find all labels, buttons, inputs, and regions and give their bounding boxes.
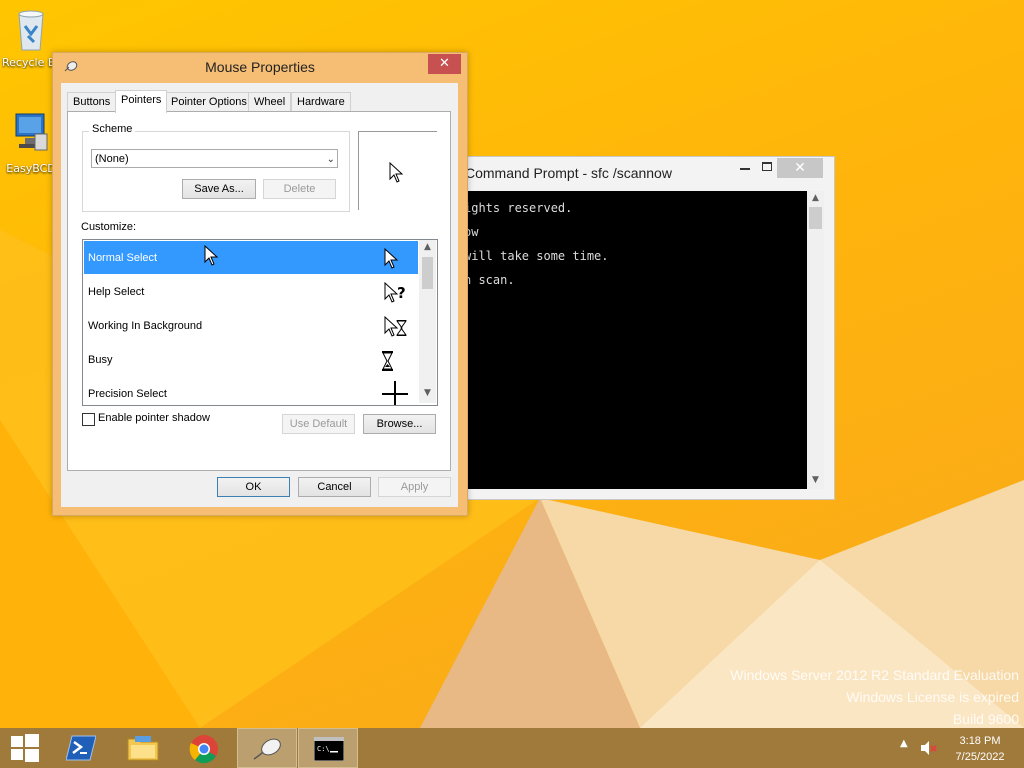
dialog-close-button[interactable]: ✕: [428, 54, 461, 74]
console-line: ights reserved.: [464, 201, 573, 215]
show-hidden-icons-icon[interactable]: ▲: [900, 738, 908, 749]
pointer-name: Help Select: [88, 286, 145, 298]
svg-text:C:\: C:\: [317, 745, 330, 753]
pointer-listbox[interactable]: Normal Select Help Select ? Working In B…: [82, 239, 438, 406]
help-cursor-icon: ?: [384, 282, 406, 303]
scheme-groupbox: Scheme (None) ⌄ Save As... Delete: [82, 123, 350, 212]
console-scrollbar[interactable]: ▲ ▼: [807, 191, 824, 489]
pointer-list-scrollbar[interactable]: ▲ ▼: [419, 240, 436, 403]
command-prompt-window[interactable]: Command Prompt - sfc /scannow ✕ ights re…: [430, 156, 835, 500]
command-prompt-icon: C:\: [314, 737, 344, 761]
pointer-name: Working In Background: [88, 320, 203, 332]
taskbar: C:\ ▲ 3:18 PM 7/25/2022: [0, 728, 1024, 768]
speaker-muted-icon[interactable]: [920, 740, 938, 756]
maximize-icon: [762, 162, 772, 171]
dialog-title: Mouse Properties: [205, 59, 315, 75]
scrollbar-thumb[interactable]: [422, 257, 433, 289]
scroll-down-icon[interactable]: ▼: [807, 475, 824, 485]
console-line: n scan.: [464, 273, 515, 287]
browse-button[interactable]: Browse...: [363, 414, 436, 434]
list-item[interactable]: Precision Select: [84, 377, 418, 405]
mouse-icon: [253, 738, 281, 760]
pointer-name: Normal Select: [88, 252, 158, 264]
list-item[interactable]: Working In Background: [84, 309, 418, 342]
tab-buttons[interactable]: Buttons: [67, 92, 117, 112]
windows-logo-icon: [11, 734, 39, 762]
dialog-client-area: Buttons Pointers Pointer Options Wheel H…: [61, 83, 458, 507]
pointer-shadow-label: Enable pointer shadow: [98, 412, 210, 424]
powershell-icon: [66, 735, 96, 761]
cancel-button[interactable]: Cancel: [298, 477, 371, 497]
scroll-up-icon[interactable]: ▲: [419, 242, 436, 252]
crosshair-cursor-icon: [382, 381, 408, 405]
command-prompt-title: Command Prompt - sfc /scannow: [465, 165, 672, 181]
mouse-properties-dialog[interactable]: Mouse Properties ✕ Buttons Pointers Poin…: [52, 52, 468, 516]
svg-text:?: ?: [397, 284, 406, 302]
taskbar-command-prompt[interactable]: C:\: [298, 728, 358, 768]
taskbar-chrome[interactable]: [175, 728, 235, 768]
scroll-up-icon[interactable]: ▲: [807, 193, 824, 203]
console-line: will take some time.: [464, 249, 609, 263]
pointer-name: Busy: [88, 354, 113, 366]
chrome-icon: [189, 735, 218, 764]
scheme-select[interactable]: (None) ⌄: [91, 149, 338, 168]
minimize-icon: [740, 168, 750, 170]
tab-pointers[interactable]: Pointers: [115, 90, 168, 113]
ok-button[interactable]: OK: [217, 477, 290, 497]
close-icon: ✕: [439, 56, 450, 71]
watermark-line: Build 9600: [952, 711, 1019, 727]
arrow-cursor-icon: [384, 248, 399, 269]
delete-button[interactable]: Delete: [263, 179, 336, 199]
mouse-pointer-icon: [204, 245, 219, 266]
list-item[interactable]: Busy: [84, 343, 418, 376]
watermark-line: Windows License is expired: [846, 689, 1019, 705]
system-clock[interactable]: 3:18 PM 7/25/2022: [950, 733, 1010, 765]
clock-time: 3:18 PM: [959, 735, 1001, 747]
hourglass-cursor-icon: [382, 351, 393, 371]
scheme-legend: Scheme: [89, 123, 136, 135]
apply-button[interactable]: Apply: [378, 477, 451, 497]
tab-pointer-options[interactable]: Pointer Options: [165, 92, 253, 112]
scroll-down-icon[interactable]: ▼: [419, 388, 436, 398]
use-default-button[interactable]: Use Default: [282, 414, 355, 434]
taskbar-mouse-properties[interactable]: [237, 728, 297, 768]
chevron-down-icon: ⌄: [326, 154, 335, 165]
tab-hardware[interactable]: Hardware: [291, 92, 351, 112]
close-button[interactable]: ✕: [777, 158, 823, 178]
clock-date: 7/25/2022: [955, 751, 1005, 763]
close-icon: ✕: [794, 160, 806, 176]
arrow-cursor-icon: [389, 162, 404, 183]
customize-label: Customize:: [81, 221, 137, 233]
scrollbar-thumb[interactable]: [809, 207, 822, 229]
scheme-value: (None): [95, 153, 129, 165]
save-as-button[interactable]: Save As...: [182, 179, 256, 199]
tab-wheel[interactable]: Wheel: [248, 92, 292, 112]
desktop: Recycle Bin EasyBCD Command Prompt - sfc…: [0, 0, 1024, 728]
start-button[interactable]: [0, 728, 50, 768]
pointer-preview: [358, 131, 437, 210]
console-output[interactable]: ights reserved. ow will take some time. …: [437, 191, 807, 489]
recycle-bin-icon: [18, 10, 44, 51]
list-item[interactable]: Normal Select: [84, 241, 418, 274]
list-item[interactable]: Help Select ?: [84, 275, 418, 308]
taskbar-file-explorer[interactable]: [113, 728, 173, 768]
easybcd-icon: [15, 113, 48, 151]
pointer-shadow-checkbox[interactable]: [82, 413, 95, 426]
watermark-line: Windows Server 2012 R2 Standard Evaluati…: [730, 667, 1019, 683]
file-explorer-icon: [127, 736, 159, 761]
taskbar-powershell[interactable]: [52, 728, 112, 768]
pointer-name: Precision Select: [88, 388, 167, 400]
working-cursor-icon: [384, 316, 407, 337]
pointers-panel: Scheme (None) ⌄ Save As... Delete Custom…: [67, 111, 451, 471]
license-watermark: Windows Server 2012 R2 Standard Evaluati…: [730, 664, 1019, 728]
